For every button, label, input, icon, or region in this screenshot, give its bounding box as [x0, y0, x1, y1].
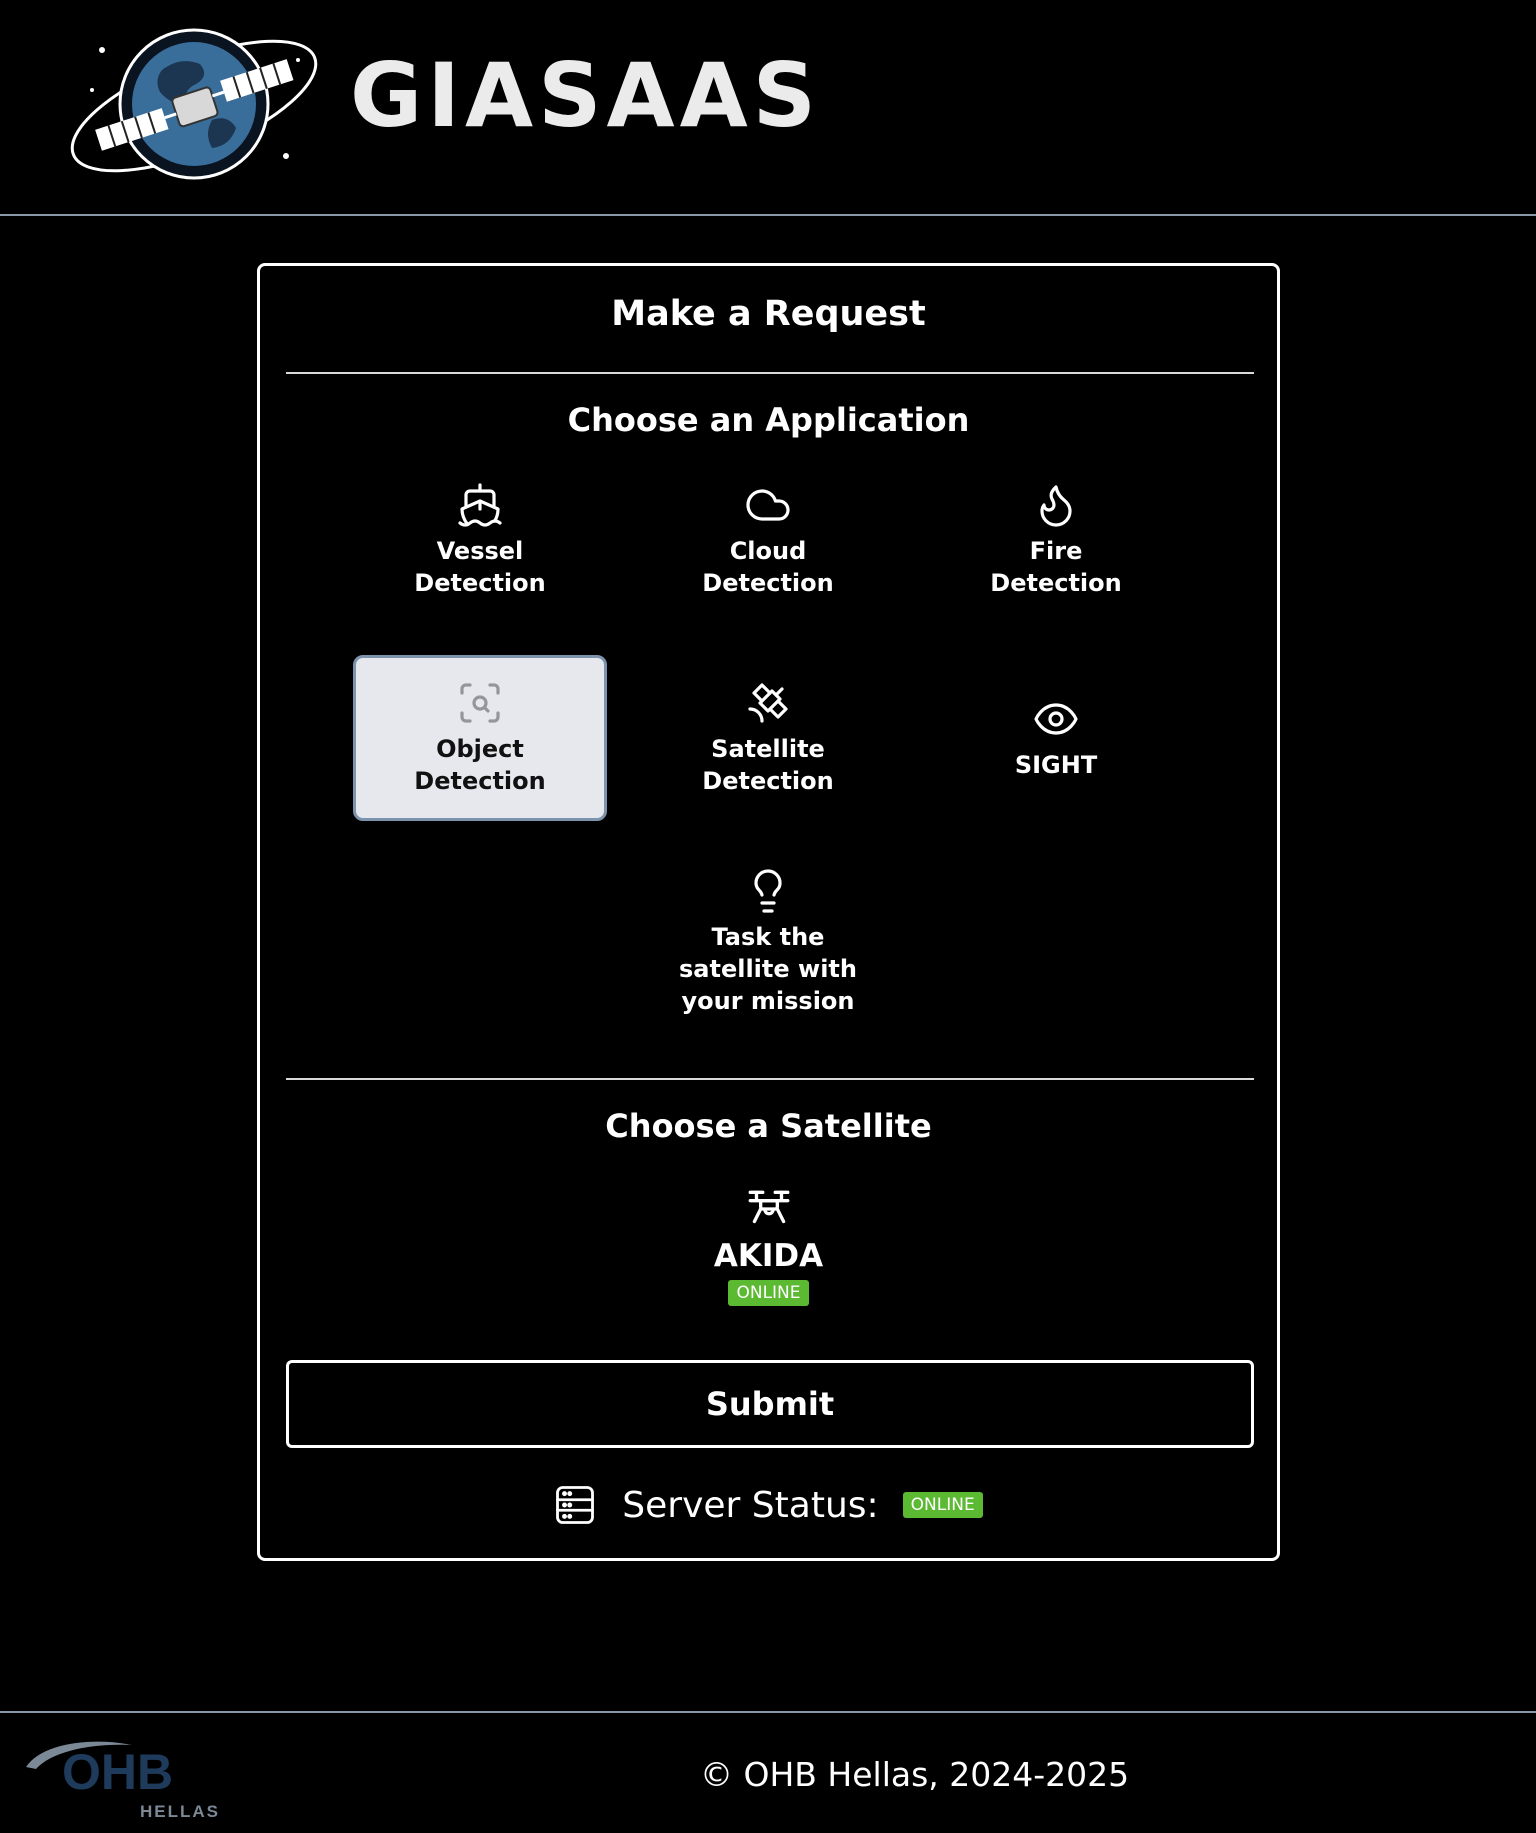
- divider: [286, 372, 1254, 374]
- app-tile-task-satellite[interactable]: Task the satellite with your mission: [641, 842, 895, 1042]
- app-tile-cloud-detection[interactable]: Cloud Detection: [641, 457, 895, 623]
- request-card: Make a Request Choose an Application Ves…: [257, 263, 1280, 1561]
- app-label: Satellite Detection: [702, 735, 834, 795]
- ohb-logo-subtext: HELLAS: [140, 1802, 220, 1821]
- flame-icon: [1040, 485, 1072, 527]
- satellite-name: AKIDA: [713, 1238, 824, 1274]
- satellite-status-badge: ONLINE: [728, 1280, 809, 1306]
- app-label: Object Detection: [414, 735, 546, 795]
- satellite-globe-logo-icon[interactable]: [62, 20, 326, 186]
- copyright-text: © OHB Hellas, 2024-2025: [700, 1755, 1130, 1794]
- applications-heading: Choose an Application: [567, 401, 970, 439]
- ohb-hellas-logo-icon[interactable]: OHB HELLAS: [22, 1737, 238, 1823]
- server-status: Server Status: ONLINE: [260, 1484, 1277, 1526]
- site-footer: OHB HELLAS © OHB Hellas, 2024-2025: [0, 1711, 1536, 1833]
- card-title: Make a Request: [611, 294, 926, 334]
- eye-icon: [1034, 703, 1078, 735]
- ohb-logo-text: OHB: [62, 1744, 173, 1800]
- server-icon: [556, 1486, 595, 1524]
- server-status-badge: ONLINE: [902, 1492, 983, 1518]
- satellite-heading: Choose a Satellite: [605, 1107, 932, 1145]
- ship-icon: [458, 483, 502, 527]
- cloud-icon: [746, 489, 790, 521]
- drone-icon: [748, 1190, 789, 1224]
- app-tile-fire-detection[interactable]: Fire Detection: [929, 457, 1183, 623]
- scan-search-icon: [460, 683, 500, 723]
- app-label: Task the satellite with your mission: [679, 923, 857, 1015]
- app-tile-satellite-detection[interactable]: Satellite Detection: [641, 655, 895, 821]
- app-tile-sight[interactable]: SIGHT: [929, 655, 1183, 821]
- satellite-icon: [748, 683, 788, 723]
- lightbulb-icon: [754, 869, 782, 913]
- satellite-option-akida[interactable]: AKIDA ONLINE: [260, 1184, 1277, 1306]
- submit-button[interactable]: Submit: [286, 1360, 1254, 1448]
- app-label: Fire Detection: [990, 537, 1122, 597]
- server-status-label: Server Status:: [622, 1484, 879, 1526]
- app-label: Vessel Detection: [414, 537, 546, 597]
- app-label: SIGHT: [1014, 751, 1098, 779]
- app-tile-vessel-detection[interactable]: Vessel Detection: [353, 457, 607, 623]
- divider: [286, 1078, 1254, 1080]
- brand-name: GIASAAS: [350, 44, 822, 147]
- app-label: Cloud Detection: [702, 537, 834, 597]
- site-header: GIASAAS: [0, 0, 1536, 216]
- app-tile-object-detection[interactable]: Object Detection: [353, 655, 607, 821]
